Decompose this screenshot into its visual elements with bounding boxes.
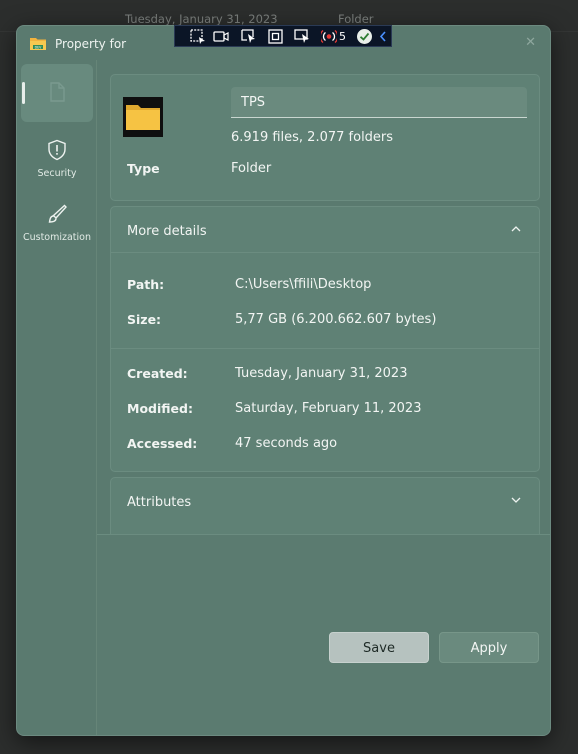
window-capture-icon[interactable] (241, 29, 257, 44)
sidebar-item-label: Security (37, 168, 77, 179)
window-title: Property for (55, 37, 127, 51)
accessed-value: 47 seconds ago (235, 436, 338, 451)
created-label: Created: (127, 366, 188, 381)
apply-button[interactable]: Apply (439, 632, 539, 663)
sidebar-item-customization[interactable]: Customization (21, 192, 93, 250)
size-value: 5,77 GB (6.200.662.607 bytes) (235, 312, 437, 327)
close-icon[interactable]: ✕ (525, 35, 536, 50)
svg-text:DEV: DEV (35, 45, 42, 49)
section-divider (111, 348, 539, 349)
type-value: Folder (231, 161, 272, 176)
name-input[interactable] (231, 87, 527, 118)
more-details-card: More details Path: C:\Users\ffili\Deskto… (110, 206, 540, 472)
sidebar-item-general[interactable] (21, 64, 93, 122)
collapse-toolbar-icon[interactable] (378, 29, 388, 44)
background-row-date: Tuesday, January 31, 2023 (125, 12, 278, 26)
more-details-title: More details (127, 224, 207, 239)
scroll-capture-icon[interactable] (294, 29, 310, 44)
content-area: 6.919 files, 2.077 folders Type Folder M… (97, 60, 550, 735)
properties-window: DEV Property for ✕ Security Customizatio… (16, 25, 551, 736)
sidebar-item-label: Customization (22, 232, 92, 243)
modified-label: Modified: (127, 401, 193, 416)
type-label: Type (127, 161, 160, 176)
recorder-toolbar: 5 (174, 25, 392, 47)
fullscreen-capture-icon[interactable] (268, 29, 284, 44)
recording-count: 5 (339, 30, 346, 43)
broadcast-icon[interactable] (321, 29, 337, 44)
file-icon (50, 82, 65, 102)
attributes-title: Attributes (127, 495, 192, 510)
folder-icon (123, 97, 163, 137)
more-details-header[interactable]: More details (111, 207, 539, 253)
created-value: Tuesday, January 31, 2023 (235, 366, 408, 381)
checkmark-icon[interactable] (356, 28, 373, 45)
app-folder-icon: DEV (30, 38, 46, 50)
background-row-kind: Folder (338, 12, 374, 26)
footer-bar: Save Apply (97, 534, 550, 735)
selection-indicator (22, 82, 25, 104)
summary-card: 6.919 files, 2.077 folders Type Folder (110, 74, 540, 201)
video-record-icon[interactable] (213, 29, 229, 44)
size-label: Size: (127, 312, 162, 327)
modified-value: Saturday, February 11, 2023 (235, 401, 422, 416)
path-label: Path: (127, 277, 165, 292)
path-value: C:\Users\ffili\Desktop (235, 277, 372, 292)
shield-icon (48, 139, 66, 161)
sidebar-item-security[interactable]: Security (21, 128, 93, 186)
save-button[interactable]: Save (329, 632, 429, 663)
item-counts: 6.919 files, 2.077 folders (231, 130, 394, 145)
chevron-up-icon[interactable] (509, 222, 523, 236)
accessed-label: Accessed: (127, 436, 198, 451)
brush-icon (48, 204, 67, 223)
chevron-down-icon[interactable] (509, 493, 523, 507)
sidebar: Security Customization (17, 60, 97, 735)
region-capture-icon[interactable] (190, 29, 206, 44)
